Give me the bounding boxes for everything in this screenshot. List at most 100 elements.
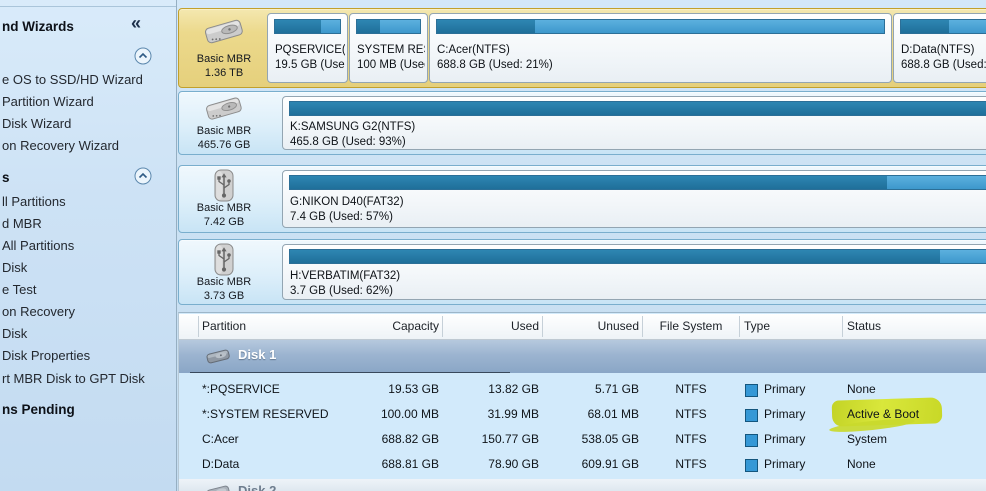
partition-block-d-data[interactable]: D:Data(NTFS) 688.8 GB (Used: 11%) — [893, 13, 986, 83]
disk-type-label: Basic MBR — [179, 53, 269, 65]
chevron-up-icon[interactable] — [134, 47, 152, 65]
cell-type: Primary — [764, 402, 805, 427]
sidebar-item-recovery-wizard[interactable]: on Recovery Wizard — [2, 138, 119, 153]
cell-unused: 609.91 GB — [539, 452, 639, 477]
partition-block-c-acer[interactable]: C:Acer(NTFS) 688.8 GB (Used: 21%) — [429, 13, 892, 83]
cell-capacity: 688.82 GB — [339, 427, 439, 452]
header-unused[interactable]: Unused — [539, 314, 639, 339]
disk-4-info[interactable]: Basic MBR 3.73 GB — [179, 240, 269, 304]
sidebar-section-operations-title: s — [2, 170, 10, 185]
disk-row-4[interactable]: Basic MBR 3.73 GB H:VERBATIM(FAT32) 3.7 … — [178, 239, 986, 305]
cell-used: 31.99 MB — [439, 402, 539, 427]
disk-type-label: Basic MBR — [179, 276, 269, 288]
cell-capacity: 19.53 GB — [339, 377, 439, 402]
cell-file-system: NTFS — [643, 377, 739, 402]
cell-type: Primary — [764, 377, 805, 402]
cell-used: 78.90 GB — [439, 452, 539, 477]
partition-size: 3.7 GB (Used: 62%) — [290, 285, 986, 297]
sidebar-item-partition-recovery[interactable]: on Recovery — [2, 304, 75, 319]
cell-unused: 68.01 MB — [539, 402, 639, 427]
usage-bar — [289, 175, 986, 190]
disk-size-label: 7.42 GB — [179, 216, 269, 228]
disk-row-3[interactable]: Basic MBR 7.42 GB G:NIKON D40(FAT32) 7.4… — [178, 165, 986, 233]
disk-type-label: Basic MBR — [179, 125, 269, 137]
sidebar-item-delete-partitions[interactable]: All Partitions — [2, 238, 74, 253]
disk-row-2[interactable]: Basic MBR 465.76 GB K:SAMSUNG G2(NTFS) 4… — [178, 91, 986, 155]
partition-block-samsung[interactable]: K:SAMSUNG G2(NTFS) 465.8 GB (Used: 93%) — [282, 96, 986, 150]
partition-block-system-reserved[interactable]: SYSTEM RESERVED(NTFS) 100 MB (Used: 32%) — [349, 13, 428, 83]
table-row-c-acer[interactable]: C:Acer 688.82 GB 150.77 GB 538.05 GB NTF… — [179, 427, 986, 452]
header-type[interactable]: Type — [744, 314, 770, 339]
sidebar-item-wipe-disk[interactable]: Disk — [2, 326, 27, 341]
column-divider — [842, 316, 843, 337]
disk-2-info[interactable]: Basic MBR 465.76 GB — [179, 92, 269, 154]
partition-label: D:Data(NTFS) — [901, 44, 986, 56]
disk-3-info[interactable]: Basic MBR 7.42 GB — [179, 166, 269, 232]
partition-table: Partition Capacity Used Unused File Syst… — [178, 312, 986, 491]
partition-block-verbatim[interactable]: H:VERBATIM(FAT32) 3.7 GB (Used: 62%) — [282, 244, 986, 300]
cell-partition: D:Data — [202, 452, 239, 477]
partition-label: G:NIKON D40(FAT32) — [290, 196, 986, 208]
divider — [0, 6, 176, 7]
header-capacity[interactable]: Capacity — [339, 314, 439, 339]
disk-size-label: 1.36 TB — [179, 67, 269, 79]
usage-bar — [900, 19, 986, 34]
table-row-system-reserved[interactable]: *:SYSTEM RESERVED 100.00 MB 31.99 MB 68.… — [179, 402, 986, 427]
disk-1-group-row[interactable]: Disk 1 — [179, 340, 986, 373]
cell-unused: 5.71 GB — [539, 377, 639, 402]
partition-label: SYSTEM RESERVED(NTFS) — [357, 44, 425, 56]
disk-map-panel: Basic MBR 1.36 TB PQSERVICE(NTFS) 19.5 G… — [177, 0, 986, 491]
cell-file-system: NTFS — [643, 402, 739, 427]
column-divider — [739, 316, 740, 337]
partition-size: 100 MB (Used: 32%) — [357, 59, 425, 71]
disk-size-label: 3.73 GB — [179, 290, 269, 302]
disk-icon — [205, 348, 231, 370]
chevron-up-icon[interactable] — [134, 167, 152, 185]
primary-type-chip — [745, 459, 758, 472]
sidebar-item-disk-wizard[interactable]: Disk Wizard — [2, 116, 71, 131]
sidebar-section-pending-title: ns Pending — [2, 402, 75, 417]
cell-used: 13.82 GB — [439, 377, 539, 402]
partition-label: PQSERVICE(NTFS) — [275, 44, 345, 56]
primary-type-chip — [745, 384, 758, 397]
sidebar-item-copy-disk[interactable]: Disk — [2, 260, 27, 275]
sidebar-item-disk-properties[interactable]: Disk Properties — [2, 348, 90, 363]
table-row-d-data[interactable]: D:Data 688.81 GB 78.90 GB 609.91 GB NTFS… — [179, 452, 986, 477]
cell-used: 150.77 GB — [439, 427, 539, 452]
usage-bar — [436, 19, 885, 34]
sidebar-item-convert-mbr-gpt[interactable]: rt MBR Disk to GPT Disk — [2, 371, 145, 386]
cell-status-active-boot: Active & Boot — [847, 402, 919, 427]
group-underline — [190, 372, 510, 373]
cell-partition: *:PQSERVICE — [202, 377, 280, 402]
partition-size: 688.8 GB (Used: 21%) — [437, 59, 889, 71]
sidebar-item-align-partitions[interactable]: ll Partitions — [2, 194, 66, 209]
header-status[interactable]: Status — [847, 314, 881, 339]
usage-bar — [289, 249, 986, 264]
disk-2-group-row[interactable]: Disk 2 — [179, 479, 986, 491]
partition-block-nikon[interactable]: G:NIKON D40(FAT32) 7.4 GB (Used: 57%) — [282, 170, 986, 228]
header-file-system[interactable]: File System — [643, 314, 739, 339]
header-partition[interactable]: Partition — [202, 314, 246, 339]
cell-capacity: 100.00 MB — [339, 402, 439, 427]
disk-1-info[interactable]: Basic MBR 1.36 TB — [179, 9, 269, 87]
header-used[interactable]: Used — [439, 314, 539, 339]
disk-row-1[interactable]: Basic MBR 1.36 TB PQSERVICE(NTFS) 19.5 G… — [178, 8, 986, 88]
sidebar-item-surface-test[interactable]: e Test — [2, 282, 36, 297]
sidebar-item-rebuild-mbr[interactable]: d MBR — [2, 216, 42, 231]
group-label: Disk 2 — [238, 483, 276, 491]
partition-block-pqservice[interactable]: PQSERVICE(NTFS) 19.5 GB (Used: 71%) — [267, 13, 348, 83]
cell-status: System — [847, 427, 887, 452]
disk-icon — [205, 484, 231, 491]
table-row-pqservice[interactable]: *:PQSERVICE 19.53 GB 13.82 GB 5.71 GB NT… — [179, 377, 986, 402]
partition-size: 688.8 GB (Used: 11%) — [901, 59, 986, 71]
primary-type-chip — [745, 434, 758, 447]
cell-partition: C:Acer — [202, 427, 239, 452]
collapse-sidebar-icon[interactable]: « — [131, 13, 141, 34]
sidebar-item-partition-wizard[interactable]: Partition Wizard — [2, 94, 94, 109]
partition-label: H:VERBATIM(FAT32) — [290, 270, 986, 282]
sidebar-item-migrate-os[interactable]: e OS to SSD/HD Wizard — [2, 72, 143, 87]
cell-file-system: NTFS — [643, 452, 739, 477]
cell-type: Primary — [764, 427, 805, 452]
usage-bar — [289, 101, 986, 116]
table-header: Partition Capacity Used Unused File Syst… — [179, 314, 986, 340]
